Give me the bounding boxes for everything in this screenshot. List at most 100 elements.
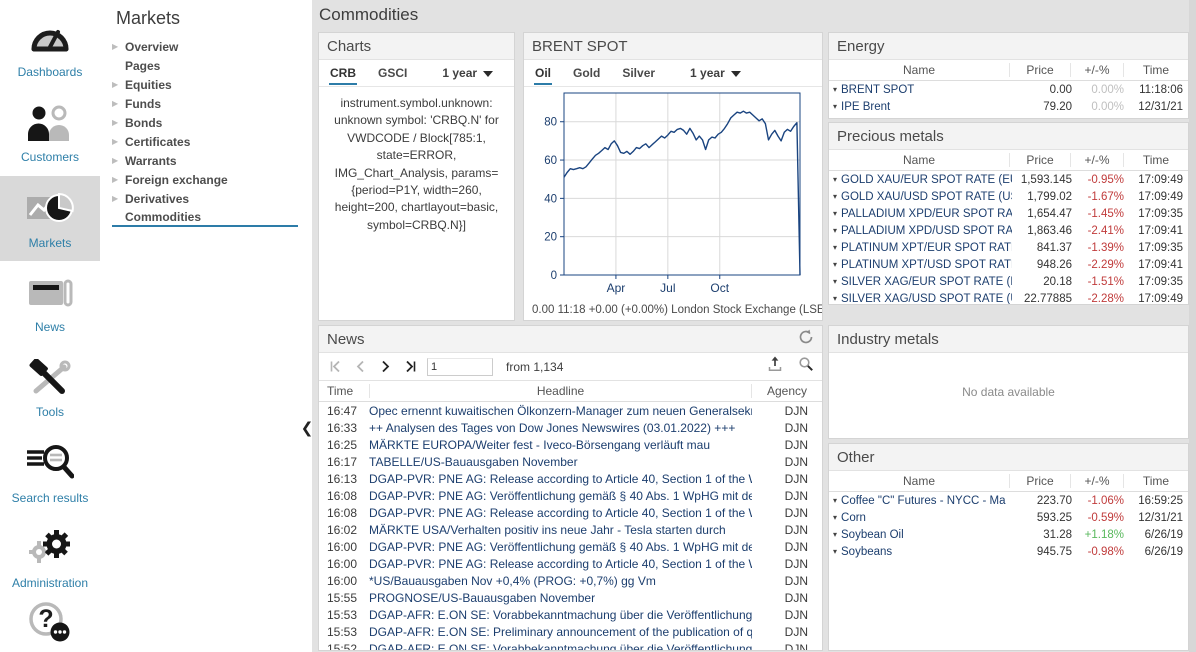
news-row[interactable]: 15:53 DGAP-AFR: E.ON SE: Vorabbekanntmac… <box>319 606 822 623</box>
news-row[interactable]: 16:00 DGAP-PVR: PNE AG: Release accordin… <box>319 555 822 572</box>
column-name[interactable]: Name <box>829 474 1009 488</box>
column-agency[interactable]: Agency <box>752 384 822 398</box>
sidebar-item-tools[interactable]: Tools <box>0 346 100 431</box>
watchlist-row[interactable]: ▾PALLADIUM XPD/EUR SPOT RATE (EUR) 1,654… <box>829 205 1188 222</box>
column-price[interactable]: Price <box>1009 63 1070 77</box>
row-dropdown-icon[interactable]: ▾ <box>833 192 837 201</box>
brent-spot-panel: BRENT SPOT Oil Gold Silver 1 year 020406… <box>523 32 823 321</box>
watchlist-row[interactable]: ▾Soybeans 945.75 -0.98% 6/26/19 <box>829 543 1188 560</box>
column-time[interactable]: Time <box>1123 153 1188 167</box>
watchlist-row[interactable]: ▾PLATINUM XPT/EUR SPOT RATE (EUR) 841.37… <box>829 239 1188 256</box>
column-time[interactable]: Time <box>1123 63 1188 77</box>
sidebar-item-markets[interactable]: Markets <box>0 176 100 261</box>
chevron-down-icon <box>483 71 493 77</box>
app-sidebar: Dashboards Customers Markets News Tools <box>0 0 100 652</box>
brent-period-dropdown[interactable]: 1 year <box>690 66 741 80</box>
nav-item-pages[interactable]: Pages <box>112 56 298 75</box>
window-scrollbar[interactable] <box>1189 0 1196 652</box>
sidebar-item-news[interactable]: News <box>0 261 100 346</box>
watchlist-row[interactable]: ▾PLATINUM XPT/USD SPOT RATE (USD) 948.26… <box>829 256 1188 273</box>
tab-silver[interactable]: Silver <box>621 62 656 85</box>
news-row[interactable]: 16:00 DGAP-PVR: PNE AG: Veröffentlichung… <box>319 538 822 555</box>
column-name[interactable]: Name <box>829 63 1009 77</box>
nav-item-certificates[interactable]: ▶ Certificates <box>112 132 298 151</box>
precious-panel-title: Precious metals <box>837 128 944 145</box>
watchlist-row[interactable]: ▾SILVER XAG/USD SPOT RATE (USD) 22.77885… <box>829 290 1188 305</box>
prev-page-icon[interactable] <box>352 359 368 375</box>
news-row[interactable]: 16:17 TABELLE/US-Bauausgaben November DJ… <box>319 453 822 470</box>
first-page-icon[interactable] <box>327 359 343 375</box>
watchlist-row[interactable]: ▾IPE Brent 79.20 0.00% 12/31/21 <box>829 98 1188 115</box>
sidebar-item-dashboards[interactable]: Dashboards <box>0 6 100 91</box>
row-dropdown-icon[interactable]: ▾ <box>833 277 837 286</box>
column-change[interactable]: +/-% <box>1070 474 1123 488</box>
news-table-body: 16:47 Opec ernennt kuwaitischen Ölkonzer… <box>319 402 822 651</box>
search-icon[interactable] <box>798 356 814 377</box>
collapse-nav-button[interactable]: ❮ <box>298 417 316 439</box>
sidebar-item-search-results[interactable]: Search results <box>0 431 100 516</box>
export-icon[interactable] <box>767 356 783 377</box>
row-dropdown-icon[interactable]: ▾ <box>833 530 837 539</box>
next-page-icon[interactable] <box>377 359 393 375</box>
news-row[interactable]: 16:47 Opec ernennt kuwaitischen Ölkonzer… <box>319 402 822 419</box>
watchlist-row[interactable]: ▾SILVER XAG/EUR SPOT RATE (EUR) 20.18 -1… <box>829 273 1188 290</box>
tab-gold[interactable]: Gold <box>572 62 601 85</box>
page-number-input[interactable] <box>427 358 493 376</box>
column-time[interactable]: Time <box>319 384 369 398</box>
row-dropdown-icon[interactable]: ▾ <box>833 209 837 218</box>
news-row[interactable]: 16:13 DGAP-PVR: PNE AG: Release accordin… <box>319 470 822 487</box>
tab-gsci[interactable]: GSCI <box>377 62 408 85</box>
news-row[interactable]: 16:25 MÄRKTE EUROPA/Weiter fest - Iveco-… <box>319 436 822 453</box>
charts-period-dropdown[interactable]: 1 year <box>442 66 493 80</box>
nav-item-bonds[interactable]: ▶ Bonds <box>112 113 298 132</box>
news-row[interactable]: 16:33 ++ Analysen des Tages von Dow Jone… <box>319 419 822 436</box>
column-price[interactable]: Price <box>1009 474 1070 488</box>
news-row[interactable]: 15:53 DGAP-AFR: E.ON SE: Preliminary ann… <box>319 623 822 640</box>
column-headline[interactable]: Headline <box>369 384 752 398</box>
nav-item-equities[interactable]: ▶ Equities <box>112 75 298 94</box>
page-total-label: from 1,134 <box>506 360 563 374</box>
news-row[interactable]: 16:08 DGAP-PVR: PNE AG: Release accordin… <box>319 504 822 521</box>
nav-item-warrants[interactable]: ▶ Warrants <box>112 151 298 170</box>
row-dropdown-icon[interactable]: ▾ <box>833 496 837 505</box>
last-page-icon[interactable] <box>402 359 418 375</box>
help-button[interactable]: ? <box>0 596 100 652</box>
row-dropdown-icon[interactable]: ▾ <box>833 102 837 111</box>
watchlist-row[interactable]: ▾BRENT SPOT 0.00 0.00% 11:18:06 <box>829 81 1188 98</box>
sidebar-item-administration[interactable]: Administration <box>0 516 100 601</box>
nav-item-commodities[interactable]: Commodities <box>112 208 298 227</box>
column-change[interactable]: +/-% <box>1070 153 1123 167</box>
column-price[interactable]: Price <box>1009 153 1070 167</box>
nav-item-overview[interactable]: ▶ Overview <box>112 37 298 56</box>
news-row[interactable]: 15:52 DGAP-AFR: E.ON SE: Vorabbekanntmac… <box>319 640 822 651</box>
watchlist-row[interactable]: ▾Coffee "C" Futures - NYCC - Ma 223.70 -… <box>829 492 1188 509</box>
column-name[interactable]: Name <box>829 153 1009 167</box>
news-row[interactable]: 15:55 PROGNOSE/US-Bauausgaben November D… <box>319 589 822 606</box>
news-row[interactable]: 16:02 MÄRKTE USA/Verhalten positiv ins n… <box>319 521 822 538</box>
row-dropdown-icon[interactable]: ▾ <box>833 175 837 184</box>
watchlist-row[interactable]: ▾PALLADIUM XPD/USD SPOT RATE (USD) 1,863… <box>829 222 1188 239</box>
row-dropdown-icon[interactable]: ▾ <box>833 547 837 556</box>
news-row[interactable]: 16:00 *US/Bauausgaben Nov +0,4% (PROG: +… <box>319 572 822 589</box>
column-change[interactable]: +/-% <box>1070 63 1123 77</box>
refresh-icon[interactable] <box>798 329 814 349</box>
watchlist-row[interactable]: ▾GOLD XAU/EUR SPOT RATE (EUR) 1,593.145 … <box>829 171 1188 188</box>
watchlist-row[interactable]: ▾GOLD XAU/USD SPOT RATE (USD) 1,799.02 -… <box>829 188 1188 205</box>
nav-item-foreign-exchange[interactable]: ▶ Foreign exchange <box>112 170 298 189</box>
row-dropdown-icon[interactable]: ▾ <box>833 260 837 269</box>
nav-item-funds[interactable]: ▶ Funds <box>112 94 298 113</box>
column-time[interactable]: Time <box>1123 474 1188 488</box>
watchlist-row[interactable]: ▾Corn 593.25 -0.59% 12/31/21 <box>829 509 1188 526</box>
row-dropdown-icon[interactable]: ▾ <box>833 226 837 235</box>
nav-item-derivatives[interactable]: ▶ Derivatives <box>112 189 298 208</box>
sidebar-item-customers[interactable]: Customers <box>0 91 100 176</box>
row-dropdown-icon[interactable]: ▾ <box>833 294 837 303</box>
watchlist-row[interactable]: ▾Soybean Oil 31.28 +1.18% 6/26/19 <box>829 526 1188 543</box>
tab-crb[interactable]: CRB <box>329 62 357 85</box>
news-row[interactable]: 16:08 DGAP-PVR: PNE AG: Veröffentlichung… <box>319 487 822 504</box>
row-dropdown-icon[interactable]: ▾ <box>833 85 837 94</box>
row-dropdown-icon[interactable]: ▾ <box>833 513 837 522</box>
row-dropdown-icon[interactable]: ▾ <box>833 243 837 252</box>
search-results-icon <box>26 443 74 488</box>
tab-oil[interactable]: Oil <box>534 62 552 85</box>
